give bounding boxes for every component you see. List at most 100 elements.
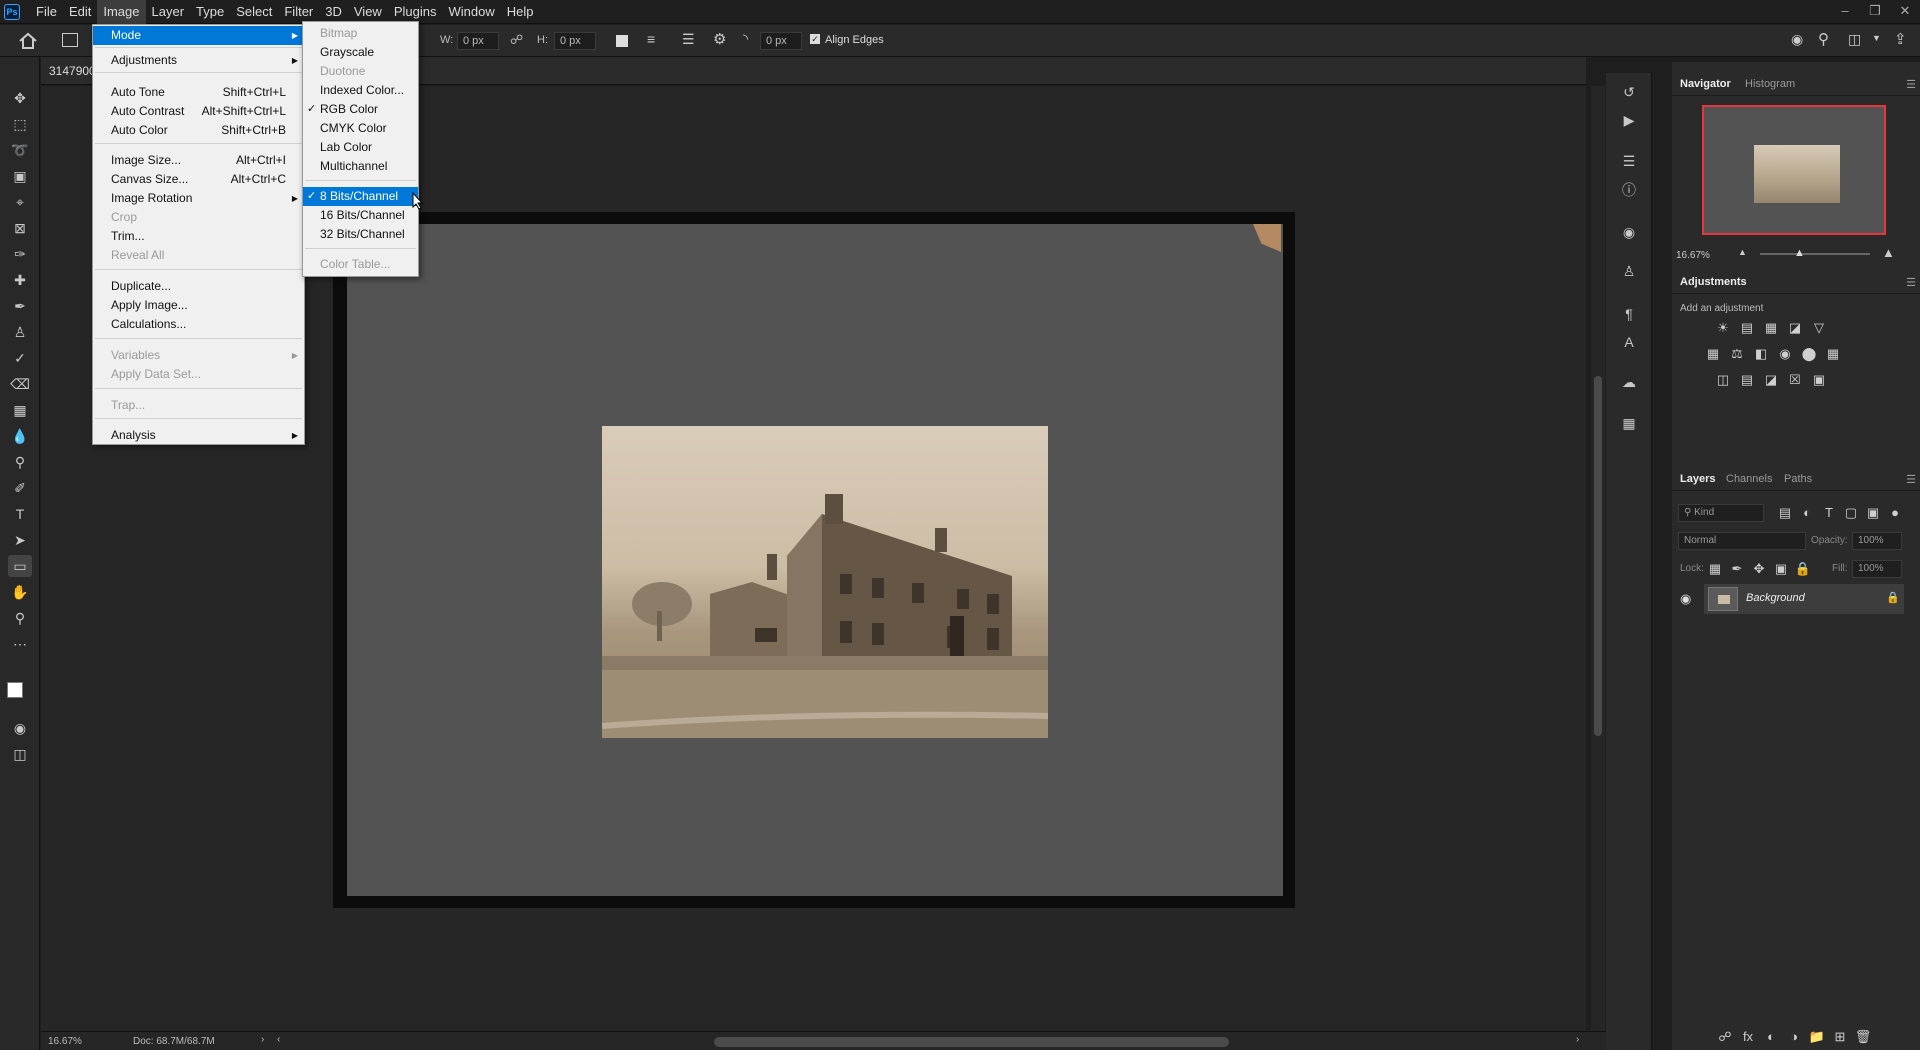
minimize-icon[interactable]: – <box>1830 0 1860 22</box>
photo-filter-icon[interactable]: ◉ <box>1776 345 1794 363</box>
grid-table-icon[interactable]: ▦ <box>1619 413 1639 433</box>
path-alignment-icon[interactable]: ≡ <box>647 31 655 47</box>
menu-item-image-size[interactable]: Image Size... Alt+Ctrl+I <box>93 151 304 170</box>
menu-item-adjustments[interactable]: Adjustments ▶ <box>93 51 304 70</box>
foreground-color-swatch[interactable] <box>7 682 23 698</box>
screen-mode-icon[interactable]: ◫ <box>8 743 32 765</box>
threshold-icon[interactable]: ◪ <box>1762 371 1780 389</box>
mode-item-duotone[interactable]: Duotone <box>303 62 418 81</box>
brush-tool-icon[interactable]: ✒ <box>8 295 32 317</box>
lasso-tool-icon[interactable]: ➰ <box>8 139 32 161</box>
type-tool-icon[interactable]: T <box>8 503 32 525</box>
home-icon[interactable] <box>18 32 38 50</box>
close-icon[interactable]: ✕ <box>1890 0 1920 22</box>
mode-item-16-bits[interactable]: 16 Bits/Channel <box>303 206 418 225</box>
menu-file[interactable]: File <box>30 0 63 24</box>
height-field[interactable]: 0 px <box>554 32 596 50</box>
menu-item-image-rotation[interactable]: Image Rotation ▶ <box>93 189 304 208</box>
menu-type[interactable]: Type <box>190 0 230 24</box>
mode-item-8-bits[interactable]: ✓ 8 Bits/Channel <box>303 187 418 206</box>
mode-item-lab-color[interactable]: Lab Color <box>303 138 418 157</box>
mode-item-bitmap[interactable]: Bitmap <box>303 24 418 43</box>
menu-item-variables[interactable]: Variables ▶ <box>93 346 304 365</box>
zoom-out-icon[interactable]: ▲ <box>1738 247 1747 257</box>
menu-item-auto-contrast[interactable]: Auto Contrast Alt+Shift+Ctrl+L <box>93 102 304 121</box>
align-edges-checkbox[interactable]: ✓ <box>810 34 820 44</box>
gradient-map-icon[interactable]: ▣ <box>1810 371 1828 389</box>
actions-play-icon[interactable]: ▶ <box>1619 110 1639 130</box>
brightness-icon[interactable]: ☀ <box>1714 319 1732 337</box>
mode-item-32-bits[interactable]: 32 Bits/Channel <box>303 225 418 244</box>
scroll-left-icon[interactable]: ‹ <box>277 1034 280 1045</box>
menu-layer[interactable]: Layer <box>146 0 191 24</box>
align-edges-label[interactable]: Align Edges <box>825 34 884 46</box>
menu-item-canvas-size[interactable]: Canvas Size... Alt+Ctrl+C <box>93 170 304 189</box>
posterize-icon[interactable]: ▤ <box>1738 371 1756 389</box>
history-icon[interactable]: ↺ <box>1619 82 1639 102</box>
menu-item-mode[interactable]: Mode ▶ <box>93 26 304 45</box>
tab-histogram[interactable]: Histogram <box>1745 72 1795 96</box>
menu-item-trim[interactable]: Trim... <box>93 227 304 246</box>
eye-icon[interactable]: ◉ <box>1680 591 1691 607</box>
rectangle-tool-icon[interactable] <box>62 33 78 47</box>
dodge-tool-icon[interactable]: ⚲ <box>8 451 32 473</box>
share-person-icon[interactable]: ◉ <box>1791 31 1803 48</box>
filter-adjustment-icon[interactable]: ◐ <box>1798 504 1816 522</box>
fx-icon[interactable]: fx <box>1739 1028 1757 1046</box>
navigator-zoom[interactable]: 16.67% <box>1676 250 1710 261</box>
hue-saturation-icon[interactable]: ▦ <box>1704 345 1722 363</box>
tab-navigator[interactable]: Navigator <box>1680 72 1731 96</box>
curves-icon[interactable]: ▦ <box>1762 319 1780 337</box>
mode-item-color-table[interactable]: Color Table... <box>303 255 418 274</box>
layer-row[interactable]: ◉ Background 🔒 <box>1680 584 1904 614</box>
zoom-slider[interactable] <box>1760 253 1870 255</box>
tab-channels[interactable]: Channels <box>1726 467 1772 491</box>
width-field[interactable]: 0 px <box>457 32 499 50</box>
link-layers-icon[interactable]: ☍ <box>1716 1028 1734 1046</box>
more-tools-icon[interactable]: ⋯ <box>8 633 32 655</box>
filter-type-icon[interactable]: T <box>1820 504 1838 522</box>
radius-field[interactable]: 0 px <box>760 32 802 50</box>
marquee-tool-icon[interactable]: ⬚ <box>8 113 32 135</box>
zoom-tool-icon[interactable]: ⚲ <box>8 607 32 629</box>
menu-edit[interactable]: Edit <box>63 0 97 24</box>
menu-image[interactable]: Image <box>97 0 146 24</box>
layer-kind-filter[interactable]: ⚲ Kind <box>1678 504 1764 522</box>
history-brush-tool-icon[interactable]: ✓ <box>8 347 32 369</box>
layer-name[interactable]: Background <box>1746 592 1805 604</box>
lock-position-icon[interactable]: ✥ <box>1750 560 1768 578</box>
menu-item-analysis[interactable]: Analysis ▶ <box>93 426 304 445</box>
status-menu-arrow-icon[interactable]: › <box>261 1034 264 1045</box>
status-zoom[interactable]: 16.67% <box>48 1036 82 1047</box>
menu-item-auto-color[interactable]: Auto Color Shift+Ctrl+B <box>93 121 304 140</box>
lock-transparent-icon[interactable]: ▦ <box>1706 560 1724 578</box>
lock-artboard-icon[interactable]: ▣ <box>1772 560 1790 578</box>
channel-mixer-icon[interactable]: ⬤ <box>1800 345 1818 363</box>
color-lookup-icon[interactable]: ▦ <box>1824 345 1842 363</box>
navigator-preview[interactable] <box>1702 105 1886 235</box>
menu-item-calculations[interactable]: Calculations... <box>93 315 304 334</box>
libraries-icon[interactable]: ☁ <box>1619 372 1639 392</box>
quick-mask-icon[interactable]: ◉ <box>8 717 32 739</box>
paragraph-icon[interactable]: ¶ <box>1619 304 1639 324</box>
opacity-field[interactable]: 100% <box>1852 532 1902 550</box>
menu-item-crop[interactable]: Crop <box>93 208 304 227</box>
scroll-right-icon[interactable]: › <box>1576 1034 1579 1045</box>
mode-item-grayscale[interactable]: Grayscale <box>303 43 418 62</box>
filter-smart-object-icon[interactable]: ▣ <box>1864 504 1882 522</box>
horizontal-scroll-thumb[interactable] <box>714 1037 1229 1047</box>
gradient-tool-icon[interactable]: ▦ <box>8 399 32 421</box>
layers-menu-icon[interactable]: ☰ <box>1906 473 1916 486</box>
filter-toggle-icon[interactable]: ● <box>1886 504 1904 522</box>
frame-tool-icon[interactable]: ⊠ <box>8 217 32 239</box>
vertical-scrollbar[interactable] <box>1591 86 1605 1031</box>
mode-item-indexed-color[interactable]: Indexed Color... <box>303 81 418 100</box>
selective-color-icon[interactable]: ☒ <box>1786 371 1804 389</box>
eraser-tool-icon[interactable]: ⌫ <box>8 373 32 395</box>
delete-layer-icon[interactable]: 🗑 <box>1854 1028 1872 1046</box>
gear-icon[interactable]: ⚙ <box>713 30 726 48</box>
exposure-icon[interactable]: ◪ <box>1786 319 1804 337</box>
color-balance-icon[interactable]: ⚖ <box>1728 345 1746 363</box>
move-tool-icon[interactable]: ✥ <box>8 87 32 109</box>
search-icon[interactable]: ⚲ <box>1818 30 1829 48</box>
